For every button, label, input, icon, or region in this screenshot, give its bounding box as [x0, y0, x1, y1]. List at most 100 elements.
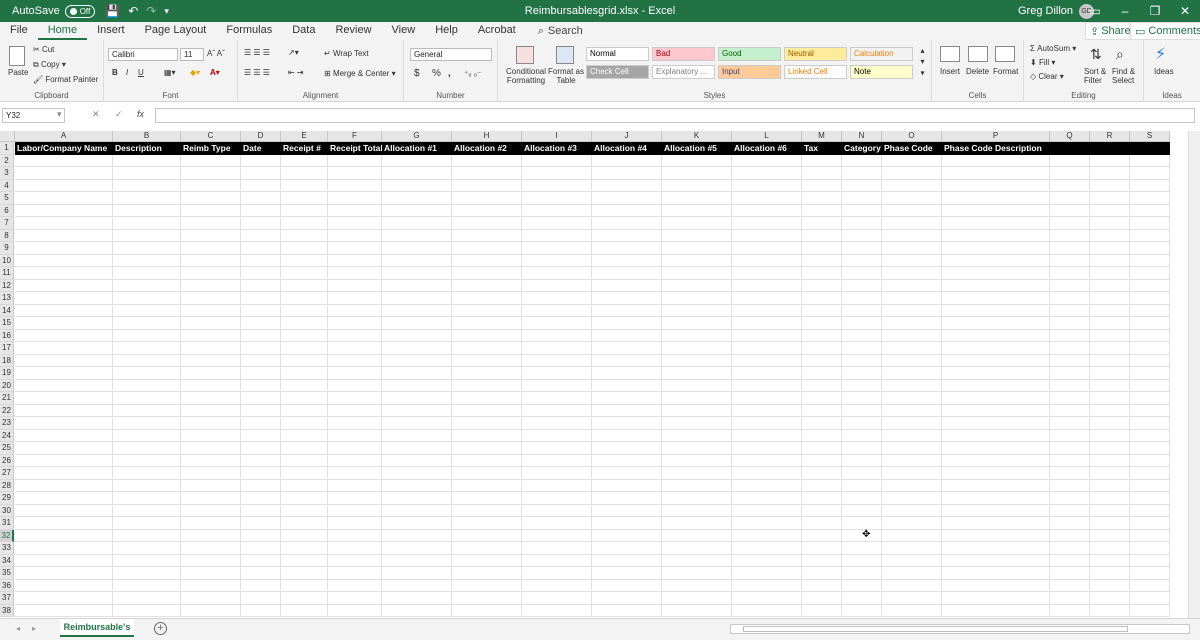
grid-cell[interactable] [802, 567, 842, 580]
grid-cell[interactable] [592, 229, 662, 242]
grid-cell[interactable] [113, 229, 181, 242]
grid-cell[interactable] [802, 504, 842, 517]
percent-button[interactable]: % [432, 68, 441, 79]
grid-cell[interactable] [1130, 229, 1170, 242]
tab-formulas[interactable]: Formulas [216, 22, 282, 40]
indent-icons[interactable]: ⇤ ⇥ [288, 68, 304, 77]
grid-cell[interactable] [522, 267, 592, 280]
tab-data[interactable]: Data [282, 22, 325, 40]
restore-icon[interactable]: ❐ [1140, 0, 1170, 22]
grid-cell[interactable] [281, 179, 328, 192]
grid-cell[interactable] [382, 154, 452, 167]
grid-cell[interactable] [662, 442, 732, 455]
grid-cell[interactable] [592, 542, 662, 555]
grid-cell[interactable] [662, 242, 732, 255]
grid-cell[interactable] [662, 604, 732, 617]
grid-cell[interactable] [1090, 517, 1130, 530]
grid-cell[interactable] [522, 429, 592, 442]
underline-button[interactable]: U [138, 68, 144, 77]
grid-cell[interactable] [113, 342, 181, 355]
grid-cell[interactable] [1050, 579, 1090, 592]
grid-cell[interactable] [241, 392, 281, 405]
grid-cell[interactable] [662, 479, 732, 492]
grid-cell[interactable] [15, 217, 113, 230]
grid-cell[interactable] [281, 329, 328, 342]
grid-cell[interactable] [1090, 467, 1130, 480]
grid-cell[interactable] [662, 254, 732, 267]
grid-cell[interactable] [281, 417, 328, 430]
grid-cell[interactable] [241, 454, 281, 467]
grid-cell[interactable] [113, 329, 181, 342]
grid-cell[interactable] [241, 242, 281, 255]
grid-cell[interactable] [842, 204, 882, 217]
grid-cell[interactable] [942, 229, 1050, 242]
grid-cell[interactable] [592, 304, 662, 317]
grid-cell[interactable] [522, 554, 592, 567]
grid-cell[interactable] [732, 154, 802, 167]
grid-cell[interactable] [522, 567, 592, 580]
horizontal-scroll-thumb[interactable] [743, 626, 1128, 632]
grid-cell[interactable] [802, 179, 842, 192]
grid-cell[interactable] [732, 429, 802, 442]
grid-cell[interactable] [522, 217, 592, 230]
grid-cell[interactable] [281, 529, 328, 542]
row-header[interactable]: 36 [0, 579, 14, 592]
grid-cell[interactable] [1050, 492, 1090, 505]
grid-cell[interactable] [882, 542, 942, 555]
grid-cell[interactable] [113, 467, 181, 480]
grid-cell[interactable] [1050, 354, 1090, 367]
customize-qat-icon[interactable]: ▾ [164, 6, 169, 17]
grid-cell[interactable] [732, 242, 802, 255]
table-header-cell[interactable]: Phase Code Description [942, 142, 1050, 155]
grid-cell[interactable] [732, 329, 802, 342]
grid-cell[interactable] [15, 479, 113, 492]
grid-cell[interactable] [1090, 592, 1130, 605]
grid-cell[interactable] [452, 242, 522, 255]
row-header[interactable]: 8 [0, 229, 14, 242]
grid-cell[interactable] [522, 154, 592, 167]
grid-cell[interactable] [942, 517, 1050, 530]
grid-cell[interactable] [1130, 367, 1170, 380]
grid-cell[interactable] [15, 254, 113, 267]
grid-cell[interactable] [842, 154, 882, 167]
table-header-cell[interactable]: Allocation #6 [732, 142, 802, 155]
row-header[interactable]: 38 [0, 604, 14, 617]
grid-cell[interactable] [241, 167, 281, 180]
grid-cell[interactable] [802, 417, 842, 430]
grid-cell[interactable] [241, 417, 281, 430]
grid-cell[interactable] [942, 592, 1050, 605]
grid-cell[interactable] [382, 479, 452, 492]
tab-insert[interactable]: Insert [87, 22, 135, 40]
grid-cell[interactable] [382, 279, 452, 292]
grid-cell[interactable] [842, 579, 882, 592]
row-header[interactable]: 29 [0, 492, 14, 505]
grid-cell[interactable] [281, 492, 328, 505]
grid-cell[interactable] [452, 279, 522, 292]
grid-cell[interactable] [732, 604, 802, 617]
row-header[interactable]: 13 [0, 292, 14, 305]
grid-cell[interactable] [15, 342, 113, 355]
grid-cell[interactable] [452, 529, 522, 542]
grid-cell[interactable] [181, 417, 241, 430]
grid-cell[interactable] [592, 392, 662, 405]
grid-cell[interactable] [1090, 542, 1130, 555]
grid-cell[interactable] [842, 554, 882, 567]
grid-cell[interactable] [1090, 604, 1130, 617]
grid-cell[interactable] [592, 554, 662, 567]
grid-cell[interactable] [328, 592, 382, 605]
column-header-p[interactable]: P [942, 131, 1050, 142]
grid-cell[interactable] [662, 342, 732, 355]
grid-cell[interactable] [802, 267, 842, 280]
grid-cell[interactable] [113, 292, 181, 305]
format-painter-button[interactable]: 🖌 Format Painter [33, 75, 98, 84]
grid-cell[interactable] [592, 354, 662, 367]
grid-cell[interactable] [842, 292, 882, 305]
grid-cell[interactable] [802, 192, 842, 205]
grid-cell[interactable] [281, 604, 328, 617]
grid-cell[interactable] [882, 229, 942, 242]
row-header[interactable]: 6 [0, 204, 14, 217]
grid-cell[interactable] [1050, 304, 1090, 317]
grid-cell[interactable] [1090, 367, 1130, 380]
grid-cell[interactable] [1130, 429, 1170, 442]
grid-cell[interactable] [1050, 267, 1090, 280]
